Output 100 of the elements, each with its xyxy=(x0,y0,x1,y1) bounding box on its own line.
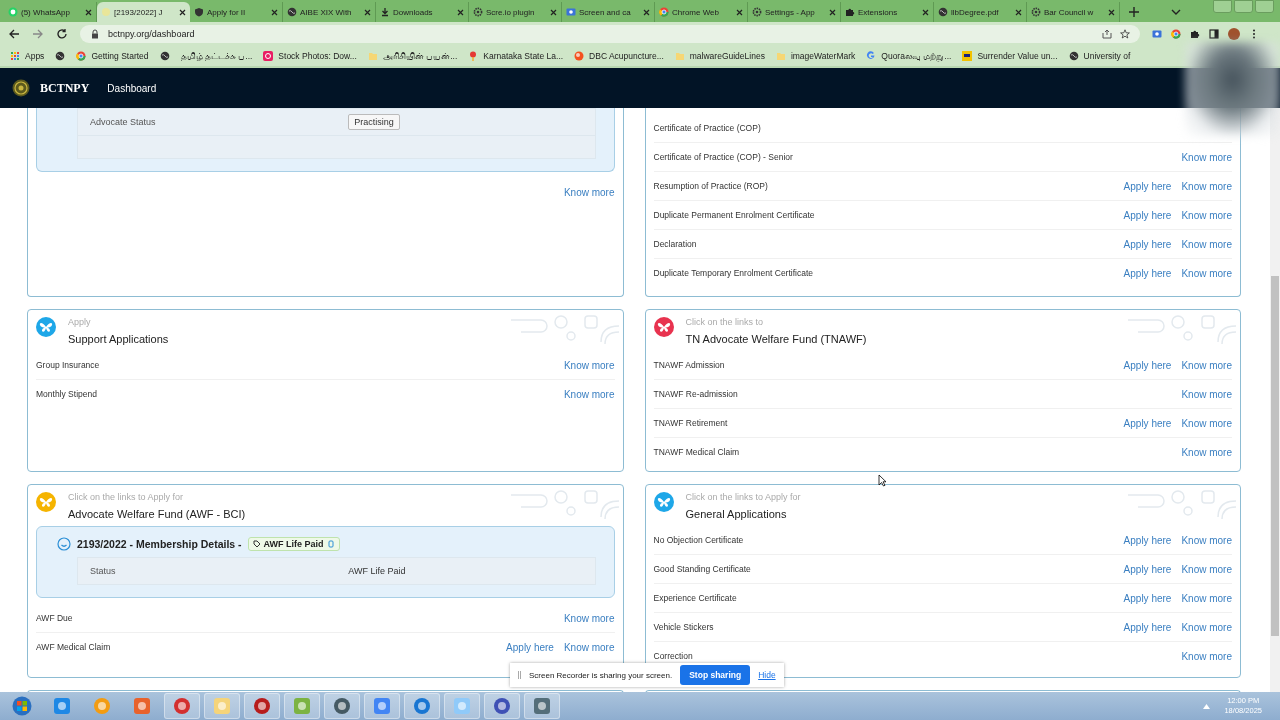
close-icon[interactable] xyxy=(922,8,929,16)
link[interactable]: Know more xyxy=(1181,180,1232,192)
profile-avatar[interactable] xyxy=(1228,28,1240,40)
link[interactable]: Know more xyxy=(1181,267,1232,279)
row-label: Duplicate Permanent Enrolment Certificate xyxy=(653,210,816,220)
drag-handle-icon[interactable] xyxy=(518,671,521,679)
stop-sharing-button[interactable]: Stop sharing xyxy=(680,665,751,685)
link[interactable]: Know more xyxy=(563,641,615,653)
row-label: Vehicle Stickers xyxy=(653,622,715,632)
nav-link[interactable]: Dashboard xyxy=(107,82,157,94)
link[interactable]: Apply here xyxy=(1123,534,1172,546)
back-icon[interactable] xyxy=(8,28,20,40)
link[interactable]: Know more xyxy=(1181,238,1232,250)
link[interactable]: Know more xyxy=(1181,592,1232,604)
link[interactable]: Know more xyxy=(563,186,615,198)
bookmark[interactable] xyxy=(55,51,66,61)
link[interactable]: Apply here xyxy=(1123,180,1172,192)
link[interactable]: Apply here xyxy=(1123,238,1172,250)
link[interactable]: Know more xyxy=(1181,534,1232,546)
bookmark[interactable]: தமிழ் தட்டச்சு ப... xyxy=(180,50,253,62)
share-icon[interactable] xyxy=(1102,29,1112,39)
taskbar-app[interactable] xyxy=(484,693,520,719)
link[interactable]: Know more xyxy=(563,612,615,624)
star-icon[interactable] xyxy=(1120,29,1130,39)
bookmark[interactable]: malwareGuideLines xyxy=(674,51,765,61)
link[interactable]: Apply here xyxy=(506,641,554,653)
taskbar-app[interactable] xyxy=(524,693,560,719)
close-icon[interactable] xyxy=(271,8,278,16)
taskbar-app[interactable] xyxy=(404,693,440,719)
bookmark[interactable]: DBC Acupuncture... xyxy=(574,51,664,61)
taskbar-app[interactable] xyxy=(324,693,360,719)
close-icon[interactable] xyxy=(643,8,650,16)
link[interactable]: Know more xyxy=(1181,563,1232,575)
link[interactable]: Know more xyxy=(563,359,615,371)
close-icon[interactable] xyxy=(457,8,464,16)
link[interactable]: Know more xyxy=(1181,209,1232,221)
link[interactable]: Apply here xyxy=(1123,592,1172,604)
hide-link[interactable]: Hide xyxy=(758,670,776,680)
row-label: AWF Due xyxy=(36,613,74,623)
screen-icon xyxy=(566,7,576,17)
link[interactable]: Know more xyxy=(1181,446,1232,458)
link[interactable]: Know more xyxy=(1181,359,1232,371)
link[interactable]: Apply here xyxy=(1123,359,1172,371)
shield-icon xyxy=(194,7,204,17)
bookmark[interactable]: Apps xyxy=(10,51,45,61)
scrollbar[interactable] xyxy=(1270,108,1280,692)
brand-name[interactable]: BCTNPY xyxy=(40,80,90,96)
link[interactable]: Apply here xyxy=(1123,621,1172,633)
screen-icon xyxy=(1152,29,1162,39)
taskbar-app[interactable] xyxy=(244,693,280,719)
status-tag: AWF Life Paid xyxy=(247,537,340,551)
colorful-circle-icon xyxy=(659,7,669,17)
bookmark[interactable]: அரிசியின் பயன்... xyxy=(367,50,458,62)
close-icon[interactable] xyxy=(364,8,371,16)
row-label: Monthly Stipend xyxy=(36,389,98,399)
side-panel-icon[interactable] xyxy=(1209,29,1219,39)
status-badge: Practising xyxy=(348,114,400,130)
link[interactable]: Know more xyxy=(563,388,615,400)
new-tab-icon[interactable] xyxy=(1128,6,1140,18)
link[interactable]: Apply here xyxy=(1123,267,1172,279)
bookmark[interactable]: University of xyxy=(1068,51,1131,61)
link[interactable]: Know more xyxy=(1181,650,1232,662)
close-icon[interactable] xyxy=(1108,8,1115,16)
row-label: Certificate of Practice (COP) - Senior xyxy=(653,152,794,162)
circle-icon xyxy=(574,51,585,61)
taskbar-app[interactable] xyxy=(164,693,200,719)
globe-icon xyxy=(938,7,948,17)
bookmark[interactable]: Surrender Value un... xyxy=(962,51,1058,61)
close-icon[interactable] xyxy=(179,8,186,16)
globe-icon xyxy=(1068,51,1079,61)
emblem-logo xyxy=(12,79,30,97)
bookmark[interactable]: Stock Photos: Dow... xyxy=(263,51,357,61)
link[interactable]: Apply here xyxy=(1123,563,1172,575)
bookmark[interactable]: imageWaterMark xyxy=(775,51,856,61)
close-icon[interactable] xyxy=(550,8,557,16)
bookmark[interactable] xyxy=(159,51,170,61)
reload-icon[interactable] xyxy=(56,28,68,40)
bookmark[interactable]: Getting Started xyxy=(76,51,149,61)
close-icon[interactable] xyxy=(736,8,743,16)
taskbar-app[interactable] xyxy=(364,693,400,719)
address-bar[interactable]: bctnpy.org/dashboard xyxy=(80,25,1140,43)
link[interactable]: Apply here xyxy=(1123,417,1172,429)
lock-icon xyxy=(90,29,100,39)
pin-icon xyxy=(468,51,479,61)
link[interactable]: Know more xyxy=(1181,151,1232,163)
card-title: Support Applications xyxy=(68,333,169,345)
field-value: AWF Life Paid xyxy=(347,566,407,576)
forward-icon[interactable] xyxy=(32,28,44,40)
link[interactable]: Know more xyxy=(1181,417,1232,429)
close-icon[interactable] xyxy=(1015,8,1022,16)
close-icon[interactable] xyxy=(85,8,92,16)
close-icon[interactable] xyxy=(829,8,836,16)
browser-tab[interactable]: [2193/2022] J xyxy=(97,2,190,22)
link[interactable]: Know more xyxy=(1181,621,1232,633)
puzzle-icon xyxy=(845,7,855,17)
link[interactable]: Know more xyxy=(1181,388,1232,400)
bookmark[interactable]: Quoraலவு மற்று... xyxy=(866,50,952,62)
bookmark[interactable]: Karnataka State La... xyxy=(468,51,564,61)
card-title: Advocate Welfare Fund (AWF - BCI) xyxy=(68,508,246,520)
link[interactable]: Apply here xyxy=(1123,209,1172,221)
